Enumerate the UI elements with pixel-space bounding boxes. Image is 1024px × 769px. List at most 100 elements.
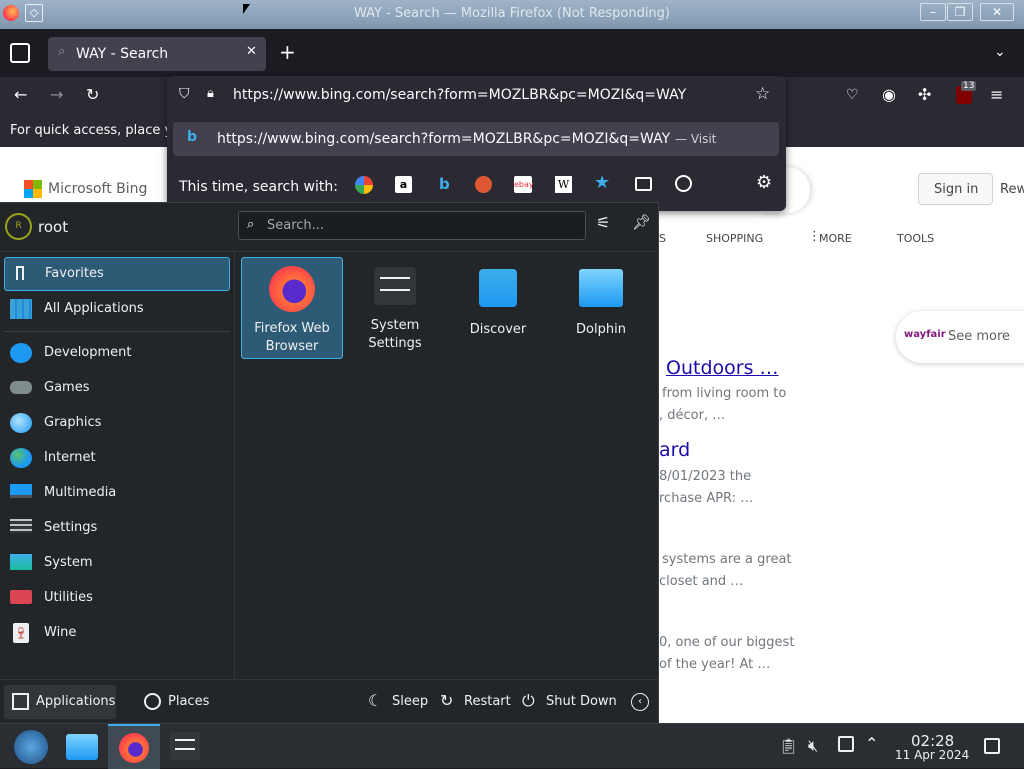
tray-expand-icon[interactable]: ⌃ xyxy=(865,734,878,753)
configure-icon[interactable]: ⚟ xyxy=(596,213,610,232)
pin-icon[interactable]: 📌︎ xyxy=(632,213,651,231)
close-tab-icon[interactable]: ✕ xyxy=(246,44,257,59)
tab-way-search[interactable]: ⌕ WAY - Search ✕ xyxy=(48,37,266,71)
urlbar-input[interactable]: ⛉ 🔒︎ https://www.bing.com/search?form=MO… xyxy=(167,76,786,114)
result-snippet: from living room to xyxy=(662,386,787,401)
minimize-button[interactable]: – xyxy=(920,3,946,21)
tab-label: WAY - Search xyxy=(76,46,169,62)
reload-icon[interactable]: ↻ xyxy=(86,85,99,105)
bookmarks-star-icon[interactable]: ★ xyxy=(594,172,610,193)
back-icon[interactable]: ← xyxy=(14,85,27,105)
amazon-icon[interactable]: a xyxy=(395,176,412,193)
category-system[interactable]: System xyxy=(4,546,230,580)
nav-item-more[interactable]: MORE xyxy=(819,232,852,245)
shutdown-button[interactable]: ⏻ Shut Down xyxy=(518,685,618,719)
close-window-button[interactable]: ✕ xyxy=(980,3,1014,21)
category-all-applications[interactable]: All Applications xyxy=(4,292,230,326)
wikipedia-icon[interactable]: W xyxy=(555,176,572,193)
nav-item-shopping[interactable]: SHOPPING xyxy=(706,232,763,245)
category-development[interactable]: Development xyxy=(4,336,230,370)
restart-icon: ↻ xyxy=(440,691,454,710)
app-menu-icon[interactable]: ≡ xyxy=(990,85,1003,105)
duckduckgo-icon[interactable] xyxy=(475,176,492,193)
url-suggestion-row[interactable]: b https://www.bing.com/search?form=MOZLB… xyxy=(173,122,779,156)
forward-icon[interactable]: → xyxy=(50,85,63,105)
clock-date[interactable]: 11 Apr 2024 xyxy=(895,748,969,762)
menu-footer-divider xyxy=(0,679,658,680)
category-graphics[interactable]: Graphics xyxy=(4,406,230,440)
category-utilities[interactable]: Utilities xyxy=(4,581,230,615)
category-wine[interactable]: 🍷︎ Wine xyxy=(4,616,230,650)
result-title[interactable]: Outdoors … xyxy=(666,357,779,379)
places-label: Places xyxy=(168,694,210,709)
system-settings-task-icon[interactable] xyxy=(170,732,200,760)
app-dolphin[interactable]: Dolphin xyxy=(550,257,652,359)
tab-applications[interactable]: Applications xyxy=(4,685,116,719)
account-icon[interactable]: ◉ xyxy=(882,85,896,105)
sleep-button[interactable]: ☾ Sleep xyxy=(364,685,430,719)
notes-icon[interactable] xyxy=(838,736,854,752)
start-menu-icon[interactable] xyxy=(14,730,48,764)
firefox-icon xyxy=(119,733,149,763)
suggestion-url: https://www.bing.com/search?form=MOZLBR&… xyxy=(217,131,671,147)
leave-options-icon[interactable]: ‹ xyxy=(631,693,649,711)
app-firefox[interactable]: Firefox Web Browser xyxy=(241,257,343,359)
tab-places[interactable]: Places xyxy=(136,685,216,719)
pocket-icon[interactable]: ♡ xyxy=(846,85,859,105)
applications-label: Applications xyxy=(36,694,116,709)
development-icon xyxy=(10,343,32,363)
sidebar-divider xyxy=(234,251,235,679)
avatar[interactable]: R xyxy=(5,213,32,240)
bing-icon[interactable]: b xyxy=(439,175,450,193)
user-name: root xyxy=(38,218,69,236)
result-snippet: 8/01/2023 the xyxy=(659,469,752,484)
signin-button[interactable]: Sign in xyxy=(918,173,993,205)
app-discover[interactable]: Discover xyxy=(447,257,549,359)
restart-button[interactable]: ↻ Restart xyxy=(436,685,512,719)
category-favorites[interactable]: Favorites xyxy=(4,257,230,291)
lock-icon[interactable]: 🔒︎ xyxy=(207,86,214,101)
firefox-view-icon[interactable] xyxy=(10,43,30,63)
taskbar-firefox-active[interactable] xyxy=(108,724,160,769)
nav-item-partial[interactable]: S xyxy=(659,232,666,245)
window-title: WAY - Search — Mozilla Firefox (Not Resp… xyxy=(353,6,670,21)
extensions-icon[interactable]: ✣ xyxy=(918,85,931,105)
volume-muted-icon[interactable]: 🔇︎ xyxy=(808,736,818,756)
bookmarks-hint: For quick access, place y xyxy=(10,123,173,138)
list-tabs-icon[interactable]: ⌄ xyxy=(994,42,1006,62)
suggestion-action: — Visit xyxy=(675,132,717,146)
grid-icon xyxy=(12,693,29,710)
show-desktop-icon[interactable] xyxy=(984,738,1000,754)
category-games[interactable]: Games xyxy=(4,371,230,405)
signin-label: Sign in xyxy=(934,182,979,197)
tabs-bar: ⌕ WAY - Search ✕ + ⌄ xyxy=(0,29,1024,77)
tabs-icon[interactable] xyxy=(635,177,652,191)
wayfair-card[interactable]: wayfair See more xyxy=(896,311,1024,363)
history-icon[interactable] xyxy=(675,175,692,192)
app-system-settings[interactable]: System Settings xyxy=(344,257,446,359)
category-internet[interactable]: Internet xyxy=(4,441,230,475)
mouse-cursor-icon xyxy=(243,4,250,14)
category-multimedia[interactable]: Multimedia xyxy=(4,476,230,510)
google-icon[interactable] xyxy=(355,176,373,194)
maximize-button[interactable]: ❐ xyxy=(947,3,973,21)
ebay-icon[interactable]: ebay xyxy=(514,176,534,193)
wayfair-logo: wayfair xyxy=(904,329,946,340)
search-settings-icon[interactable]: ⚙ xyxy=(756,172,772,193)
new-tab-icon[interactable]: + xyxy=(279,42,296,62)
menu-search-input[interactable]: ⌕ Search... xyxy=(238,211,586,240)
bookmark-star-icon[interactable]: ☆ xyxy=(755,84,770,104)
clipboard-icon[interactable]: 📋︎ xyxy=(779,737,798,755)
tracking-shield-icon[interactable]: ⛉ xyxy=(179,86,190,102)
rewards-label[interactable]: Rew xyxy=(1000,182,1024,197)
taskbar: 📋︎ 🔇︎ ⌃ 02:28 11 Apr 2024 xyxy=(0,723,1024,769)
grid-icon xyxy=(10,299,32,319)
bing-logo-text: Microsoft Bing xyxy=(48,181,148,197)
result-snippet: closet and … xyxy=(659,574,744,589)
nav-item-tools[interactable]: TOOLS xyxy=(897,232,934,245)
category-settings[interactable]: Settings xyxy=(4,511,230,545)
result-title[interactable]: ard xyxy=(659,439,690,461)
file-manager-icon[interactable] xyxy=(66,734,98,760)
folder-icon xyxy=(579,269,623,307)
sleep-label: Sleep xyxy=(392,694,429,709)
